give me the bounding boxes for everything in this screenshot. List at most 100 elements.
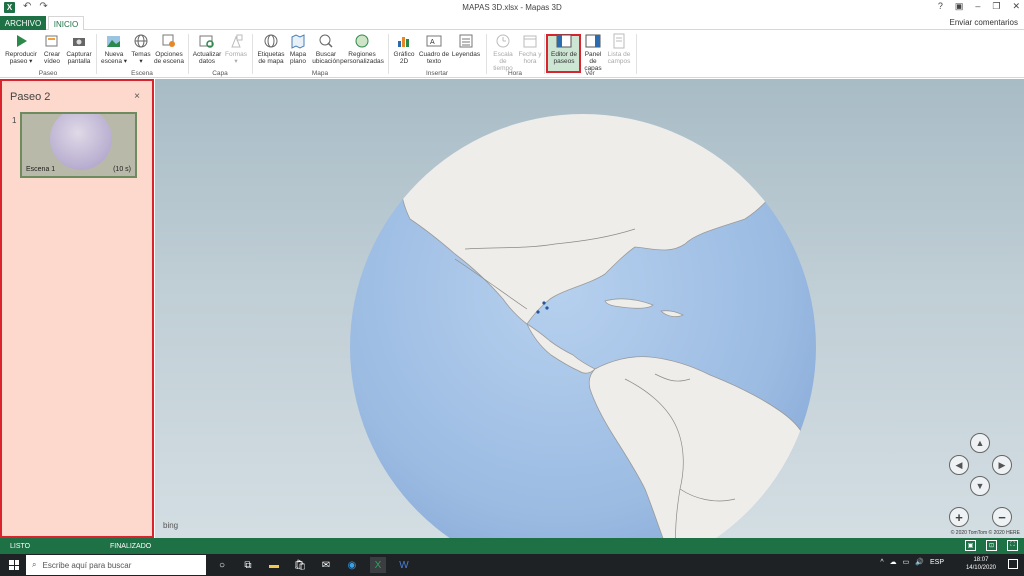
notification-icon[interactable] (1008, 559, 1018, 569)
tab-inicio[interactable]: INICIO (48, 16, 84, 31)
timeline-button[interactable]: Escala de tiempo (489, 33, 517, 72)
timeline-icon (495, 33, 511, 49)
custom-regions-button[interactable]: Regiones personalizadas (340, 33, 384, 65)
pan-left-button[interactable]: ◀ (949, 455, 969, 475)
zoom-out-button[interactable]: − (992, 507, 1012, 527)
windows-start-icon[interactable] (9, 560, 19, 570)
send-feedback-link[interactable]: Enviar comentarios (950, 18, 1018, 27)
ribbon-display-button[interactable]: ▣ (955, 1, 964, 12)
scene-thumbnail[interactable]: Escena 1 (10 s) (20, 112, 137, 178)
globe-thumbnail-icon (50, 114, 112, 170)
map-canvas[interactable]: ▲ ◀ ▶ ▼ + − bing © 2020 TomTom © 2020 HE… (155, 79, 1024, 538)
title-bar: X ↶ ↷ MAPAS 3D.xlsx - Mapas 3D ? ▣ – ❐ ✕ (0, 0, 1024, 14)
file-explorer-icon[interactable]: ▬ (266, 557, 282, 573)
pan-up-button[interactable]: ▲ (970, 433, 990, 453)
refresh-data-icon (199, 33, 215, 49)
chart-2d-button[interactable]: Gráfico 2D (392, 33, 416, 65)
screenshot-icon[interactable]: ▣ (965, 540, 976, 551)
date-time-button[interactable]: Fecha y hora (518, 33, 542, 65)
restore-button[interactable]: ❐ (992, 1, 1000, 12)
status-finished: FINALIZADO (110, 543, 152, 550)
pan-down-button[interactable]: ▼ (970, 476, 990, 496)
fullscreen-icon[interactable]: ⛶ (1007, 540, 1018, 551)
onedrive-icon[interactable]: ☁ (890, 558, 897, 566)
field-list-icon (611, 33, 627, 49)
flat-map-icon (290, 33, 306, 49)
camera-icon (71, 33, 87, 49)
taskbar-search-input[interactable]: ⌕ Escribe aquí para buscar (26, 555, 206, 575)
play-tour-button[interactable]: Reproducir paseo ▾ (4, 33, 38, 65)
flat-map-button[interactable]: Mapa plano (287, 33, 309, 65)
scene-options-icon (161, 33, 177, 49)
map-labels-button[interactable]: Etiquetas de mapa (256, 33, 286, 65)
themes-button[interactable]: Temas ▾ (130, 33, 152, 65)
fit-view-icon[interactable]: ⊡ (986, 540, 997, 551)
bing-logo: bing (163, 521, 179, 530)
map-labels-icon (263, 33, 279, 49)
close-window-button[interactable]: ✕ (1012, 1, 1020, 12)
task-view-icon[interactable]: ⧉ (240, 557, 256, 573)
scene-options-button[interactable]: Opciones de escena (153, 33, 185, 65)
tour-title: Paseo 2 (10, 91, 51, 103)
legends-button[interactable]: Leyendas (451, 33, 481, 58)
find-location-button[interactable]: Buscar ubicación (311, 33, 341, 65)
play-icon (13, 33, 29, 49)
map-copyright: © 2020 TomTom © 2020 HERE (950, 530, 1020, 536)
data-point[interactable] (545, 306, 549, 310)
excel-taskbar-icon[interactable]: X (370, 557, 386, 573)
refresh-data-button[interactable]: Actualizar datos (191, 33, 223, 65)
clock[interactable]: 18:07 14/10/2020 (966, 556, 996, 572)
legend-icon (458, 33, 474, 49)
windows-taskbar: ⌕ Escribe aquí para buscar ○ ⧉ ▬ 🛍 ✉ ◉ X… (0, 554, 1024, 576)
cortana-icon[interactable]: ○ (214, 557, 230, 573)
date-time-icon (522, 33, 538, 49)
new-scene-button[interactable]: Nueva escena ▾ (100, 33, 128, 65)
shapes-button[interactable]: Formas ▾ (224, 33, 248, 65)
pan-right-button[interactable]: ▶ (992, 455, 1012, 475)
volume-icon[interactable]: 🔊 (915, 558, 924, 566)
minimize-button[interactable]: – (975, 1, 980, 12)
scene-name: Escena 1 (26, 166, 56, 173)
field-list-button[interactable]: Lista de campos (606, 33, 632, 65)
ribbon: Reproducir paseo ▾ Crear vídeo Capturar … (0, 30, 1024, 78)
help-button[interactable]: ? (938, 1, 943, 12)
video-icon (44, 33, 60, 49)
tab-archivo[interactable]: ARCHIVO (0, 16, 46, 30)
status-bar: LISTO FINALIZADO ▣ ⊡ ⛶ (0, 538, 1024, 554)
text-box-button[interactable]: A Cuadro de texto (418, 33, 450, 65)
store-icon[interactable]: 🛍 (292, 557, 308, 573)
network-icon[interactable]: ▭ (903, 558, 910, 566)
tour-editor-button[interactable]: Editor de paseos (549, 33, 579, 65)
group-label-insertar: Insertar (425, 70, 449, 77)
group-separator (188, 34, 189, 74)
edge-icon[interactable]: ◉ (344, 557, 360, 573)
scene-number: 1 (12, 116, 17, 125)
data-point[interactable] (542, 301, 546, 305)
system-tray: ^ ☁ ▭ 🔊 ESP (880, 558, 944, 567)
layer-pane-button[interactable]: Panel de capas (581, 33, 605, 72)
word-taskbar-icon[interactable]: W (396, 557, 412, 573)
keyboard-language[interactable]: ESP (930, 559, 944, 566)
search-icon: ⌕ (32, 560, 37, 569)
undo-icon[interactable]: ↶ (23, 2, 31, 12)
create-video-button[interactable]: Crear vídeo (40, 33, 64, 65)
chart-2d-icon (396, 33, 412, 49)
redo-icon[interactable]: ↷ (39, 2, 47, 12)
data-point[interactable] (536, 310, 540, 314)
window-title: MAPAS 3D.xlsx - Mapas 3D (462, 2, 562, 12)
greenland-landmass (714, 114, 796, 130)
close-icon[interactable]: × (134, 91, 140, 102)
group-label-escena: Escena (131, 70, 153, 77)
excel-app-icon: X (4, 1, 15, 13)
mail-icon[interactable]: ✉ (318, 557, 334, 573)
ribbon-tab-row: ARCHIVO INICIO Enviar comentarios (0, 14, 1024, 31)
group-separator (636, 34, 637, 74)
custom-regions-icon (354, 33, 370, 49)
zoom-in-button[interactable]: + (949, 507, 969, 527)
find-location-icon (318, 33, 334, 49)
search-placeholder: Escribe aquí para buscar (42, 560, 132, 570)
tray-chevron-icon[interactable]: ^ (880, 559, 883, 566)
layer-pane-icon (585, 33, 601, 49)
text-box-icon: A (426, 33, 442, 49)
capture-screen-button[interactable]: Capturar pantalla (64, 33, 94, 65)
